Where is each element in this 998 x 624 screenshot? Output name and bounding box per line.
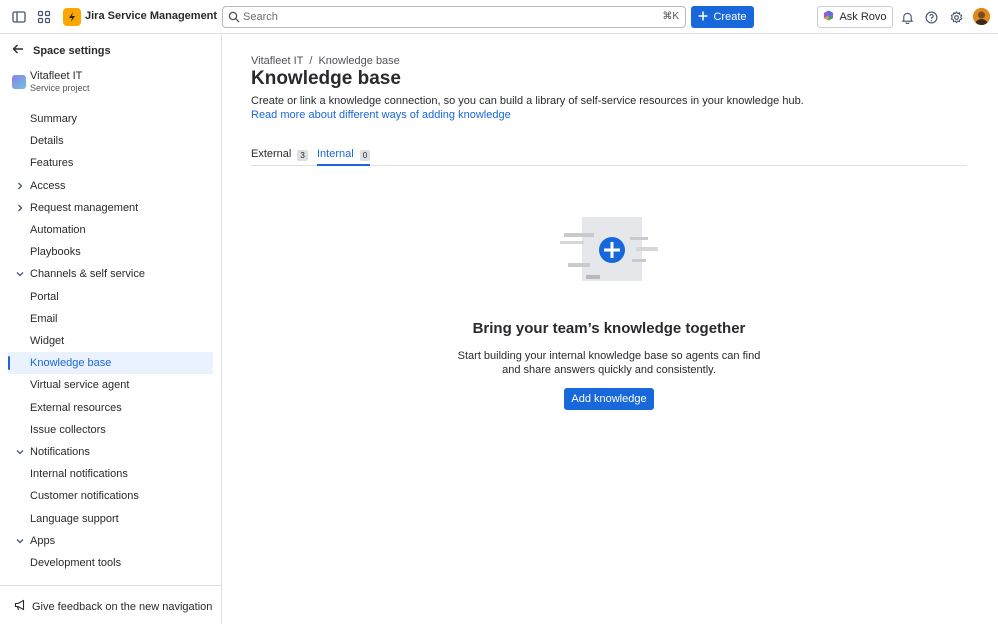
back-to-space-settings[interactable]: Space settings: [12, 43, 111, 58]
tab-external[interactable]: External 3: [251, 148, 308, 166]
tab-list: External 3 Internal 0: [251, 144, 967, 166]
sidebar-item-external-resources[interactable]: External resources: [8, 397, 213, 419]
sidebar-item-playbooks[interactable]: Playbooks: [8, 241, 213, 263]
sidebar-toggle-icon[interactable]: [10, 8, 28, 26]
search-input[interactable]: Search ⌘K: [222, 6, 686, 28]
read-more-link[interactable]: Read more about different ways of adding…: [251, 109, 511, 121]
project-name: Vitafleet IT: [30, 70, 83, 82]
sidebar-item-label: Access: [30, 179, 66, 192]
project-type: Service project: [30, 83, 90, 93]
notifications-bell-icon[interactable]: [898, 8, 916, 26]
user-avatar[interactable]: [973, 8, 990, 25]
chevron-down-icon[interactable]: [15, 269, 25, 279]
breadcrumb-current[interactable]: Knowledge base: [318, 55, 399, 67]
sidebar-item-virtual-service-agent[interactable]: Virtual service agent: [8, 374, 213, 396]
sidebar-item-request-management[interactable]: Request management: [8, 197, 213, 219]
sidebar-item-details[interactable]: Details: [8, 130, 213, 152]
create-button[interactable]: Create: [691, 6, 754, 28]
feedback-section: Give feedback on the new navigation: [0, 585, 221, 624]
create-button-label: Create: [713, 11, 747, 23]
sidebar-item-label: Widget: [30, 335, 65, 347]
sidebar-item-knowledge-base[interactable]: Knowledge base: [8, 352, 213, 375]
sidebar-item-label: Portal: [30, 290, 59, 303]
sidebar-item-label: Notifications: [30, 446, 90, 458]
space-settings-label: Space settings: [33, 44, 111, 57]
sidebar-item-channels-self-service[interactable]: Channels & self service: [8, 263, 213, 285]
give-feedback-button[interactable]: Give feedback on the new navigation: [14, 599, 212, 614]
megaphone-icon: [14, 599, 26, 614]
sidebar-item-development-tools[interactable]: Development tools: [8, 552, 213, 574]
top-navigation-bar: Jira Service Management Search ⌘K Create…: [0, 0, 998, 34]
sidebar-item-label: External resources: [30, 401, 122, 414]
empty-state-title: Bring your team’s knowledge together: [472, 320, 746, 337]
chevron-down-icon[interactable]: [15, 536, 25, 546]
sidebar-item-issue-collectors[interactable]: Issue collectors: [8, 419, 213, 441]
sidebar-item-access[interactable]: Access: [8, 175, 213, 197]
breadcrumb-project-link[interactable]: Vitafleet IT: [251, 55, 303, 67]
sidebar-item-label: Channels & self service: [30, 268, 145, 281]
sidebar-item-automation[interactable]: Automation: [8, 219, 213, 241]
sidebar-item-apps[interactable]: Apps: [8, 530, 213, 552]
sidebar-item-language-support[interactable]: Language support: [8, 508, 213, 530]
sidebar-item-label: Features: [30, 157, 74, 170]
sidebar-item-features[interactable]: Features: [8, 152, 213, 174]
search-placeholder: Search: [243, 11, 278, 23]
sidebar-item-label: Customer notifications: [30, 490, 139, 503]
tab-internal-count: 0: [359, 150, 371, 161]
ask-rovo-label: Ask Rovo: [839, 11, 887, 23]
chevron-right-icon[interactable]: [15, 203, 25, 213]
breadcrumb: Vitafleet IT / Knowledge base: [251, 55, 400, 67]
sidebar-item-label: Summary: [30, 113, 78, 125]
sidebar-item-widget[interactable]: Widget: [8, 330, 213, 352]
sidebar-item-portal[interactable]: Portal: [8, 286, 213, 308]
arrow-left-icon: [12, 43, 24, 58]
sidebar-item-label: Issue collectors: [30, 423, 106, 436]
sidebar-item-internal-notifications[interactable]: Internal notifications: [8, 463, 213, 485]
empty-state-description: Start building your internal knowledge b…: [457, 350, 761, 376]
app-name[interactable]: Jira Service Management: [85, 10, 217, 22]
sidebar-item-label: Development tools: [30, 557, 122, 569]
sidebar: Space settings Vitafleet IT Service proj…: [0, 34, 222, 624]
feedback-label: Give feedback on the new navigation: [32, 600, 213, 613]
settings-gear-icon[interactable]: [947, 8, 965, 26]
sidebar-item-label: Playbooks: [30, 246, 81, 259]
tab-internal[interactable]: Internal 0: [317, 148, 371, 166]
sidebar-item-label: Apps: [30, 534, 56, 547]
rovo-icon: [823, 10, 834, 24]
sidebar-item-notifications[interactable]: Notifications: [8, 441, 213, 463]
tab-internal-label: Internal: [317, 148, 354, 160]
sidebar-item-label: Details: [30, 135, 64, 148]
chevron-right-icon[interactable]: [15, 181, 25, 191]
sidebar-item-summary[interactable]: Summary: [8, 108, 213, 130]
sidebar-item-email[interactable]: Email: [8, 308, 213, 330]
page-title: Knowledge base: [251, 68, 401, 89]
sidebar-item-label: Email: [30, 312, 58, 325]
jira-logo-icon[interactable]: [63, 8, 81, 26]
tab-external-label: External: [251, 148, 292, 160]
search-icon: [228, 11, 240, 26]
empty-state-illustration: [560, 215, 660, 285]
help-icon[interactable]: [922, 8, 940, 26]
add-knowledge-button[interactable]: Add knowledge: [564, 388, 654, 410]
chevron-down-icon[interactable]: [15, 447, 25, 457]
sidebar-item-label: Internal notifications: [30, 468, 128, 481]
ask-rovo-button[interactable]: Ask Rovo: [817, 6, 893, 28]
sidebar-item-label: Knowledge base: [30, 357, 112, 370]
app-switcher-icon[interactable]: [35, 8, 53, 26]
search-shortcut: ⌘K: [662, 11, 679, 22]
plus-icon: [698, 11, 708, 24]
project-icon: [12, 75, 26, 89]
page-description: Create or link a knowledge connection, s…: [251, 95, 804, 107]
breadcrumb-separator: /: [309, 55, 313, 67]
sidebar-item-label: Language support: [30, 512, 119, 525]
sidebar-item-label: Request management: [30, 201, 139, 214]
tab-external-count: 3: [297, 150, 308, 161]
sidebar-item-customer-notifications[interactable]: Customer notifications: [8, 485, 213, 507]
sidebar-item-label: Automation: [30, 224, 86, 236]
sidebar-item-label: Virtual service agent: [30, 379, 130, 392]
